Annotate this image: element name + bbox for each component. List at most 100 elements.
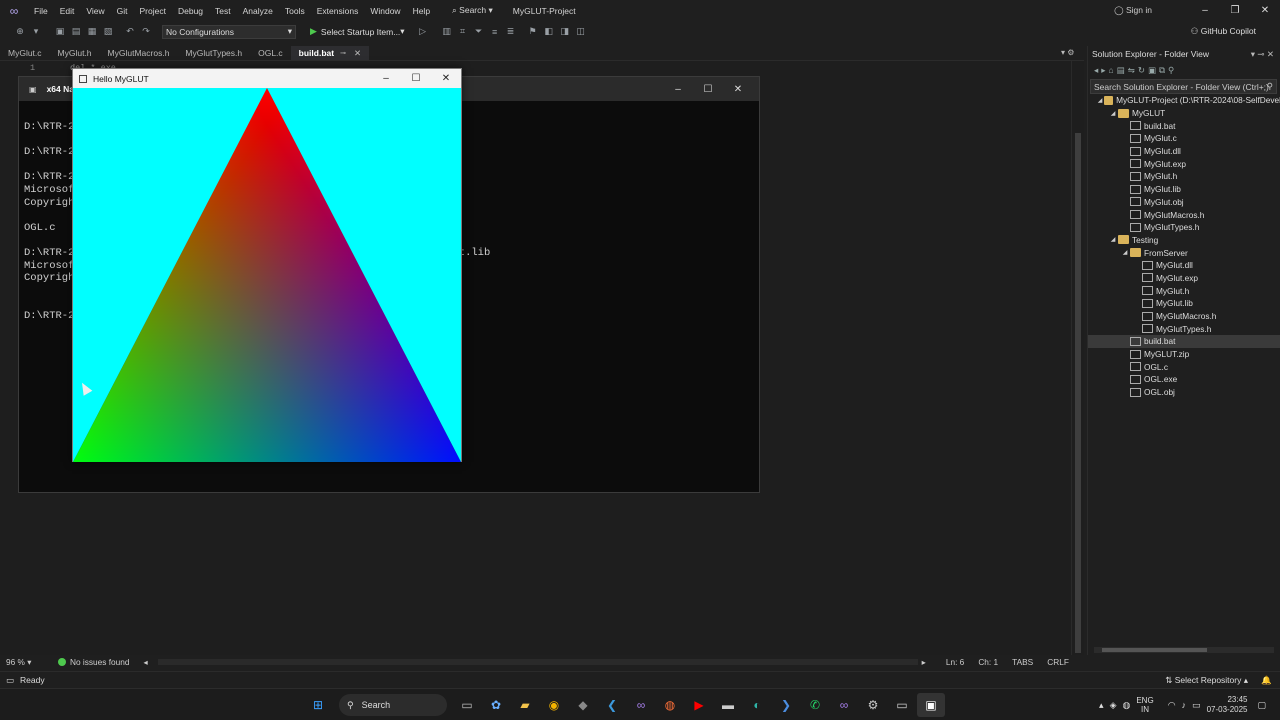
expand-arrow-icon[interactable]: ◢ (1108, 236, 1118, 243)
console-minimize-button[interactable]: – (663, 84, 693, 95)
tree-file[interactable]: MyGlut.dll (1088, 259, 1280, 272)
prev-bookmark-icon[interactable]: ◧ (541, 26, 557, 37)
chevron-up-icon[interactable]: ▴ (1099, 700, 1104, 711)
tree-file[interactable]: OGL.c (1088, 360, 1280, 373)
command-prompt-icon[interactable]: ▭ (888, 693, 916, 717)
scrollbar-thumb[interactable] (1102, 648, 1207, 652)
solution-explorer-toolbar[interactable]: ◂▸⌂▤⇋↻▣⧉⚲ (1094, 65, 1177, 76)
tree-file[interactable]: MyGlut.dll (1088, 145, 1280, 158)
tree-file[interactable]: MyGlut.h (1088, 170, 1280, 183)
menu-project[interactable]: Project (134, 6, 172, 16)
indent-indicator[interactable]: TABS (1012, 657, 1033, 667)
save-icon[interactable]: ▦ (84, 26, 100, 37)
menu-extensions[interactable]: Extensions (311, 6, 365, 16)
console-close-button[interactable]: ✕ (723, 84, 753, 95)
select-repository-button[interactable]: ⇅ Select Repository ▴ (1165, 675, 1248, 686)
eol-indicator[interactable]: CRLF (1047, 657, 1069, 667)
close-button[interactable]: ✕ (1250, 5, 1280, 16)
menu-tools[interactable]: Tools (279, 6, 311, 16)
edge-icon[interactable]: ◐ (743, 693, 771, 717)
taskbar-search[interactable]: ⚲ Search (339, 694, 447, 716)
tree-file[interactable]: build.bat (1088, 335, 1280, 348)
close-icon[interactable]: ✕ (354, 48, 361, 59)
whatsapp-icon[interactable]: ✆ (801, 693, 829, 717)
next-bookmark-icon[interactable]: ◨ (557, 26, 573, 37)
save-all-icon[interactable]: ▧ (100, 26, 116, 37)
tree-file[interactable]: MyGLUT.zip (1088, 348, 1280, 361)
battery-icon[interactable]: ▭ (1192, 700, 1201, 711)
clear-bookmarks-icon[interactable]: ◫ (573, 26, 589, 37)
glut-close-button[interactable]: ✕ (431, 73, 461, 84)
zoom-level-dropdown[interactable]: 96 % ▾ (6, 657, 40, 667)
tree-file[interactable]: MyGlut.lib (1088, 297, 1280, 310)
tree-folder[interactable]: ◢ FromServer (1088, 246, 1280, 259)
flag-icon[interactable]: ⚑ (525, 26, 541, 37)
undo-icon[interactable]: ↶ (122, 26, 138, 37)
scroll-right-icon[interactable]: ▸ (922, 657, 926, 667)
bookmark-icon[interactable]: ⌗ (455, 26, 471, 37)
task-view-icon[interactable]: ▭ (453, 693, 481, 717)
uncomment-icon[interactable]: ≣ (503, 26, 519, 37)
char-indicator[interactable]: Ch: 1 (978, 657, 998, 667)
dropdown-icon[interactable]: ▾ (28, 26, 44, 37)
menu-test[interactable]: Test (209, 6, 237, 16)
hello-myglut-window[interactable]: Hello MyGLUT – ☐ ✕ (72, 68, 462, 462)
youtube-icon[interactable]: ▶ (685, 693, 713, 717)
copilot-app-icon[interactable]: ✿ (482, 693, 510, 717)
toolbox-icon[interactable]: ▥ (439, 26, 455, 37)
navigate-back-icon[interactable]: ⊕ (12, 26, 28, 37)
tree-file[interactable]: MyGlut.h (1088, 284, 1280, 297)
issues-indicator[interactable]: No issues found (58, 657, 130, 667)
restore-button[interactable]: ❐ (1220, 5, 1250, 16)
tab-myglutmacros-h[interactable]: MyGlutMacros.h (100, 46, 178, 60)
windows-start-icon[interactable]: ⊞ (304, 693, 332, 717)
visual-studio-icon[interactable]: ∞ (830, 693, 858, 717)
menu-git[interactable]: Git (111, 6, 134, 16)
tree-file[interactable]: OGL.exe (1088, 373, 1280, 386)
file-explorer-icon[interactable]: ▰ (511, 693, 539, 717)
tree-file[interactable]: MyGlutTypes.h (1088, 322, 1280, 335)
app-icon[interactable]: ◆ (569, 693, 597, 717)
line-indicator[interactable]: Ln: 6 (946, 657, 964, 667)
panel-options-icon[interactable]: ▾ ⊸ ✕ (1251, 49, 1274, 60)
tree-folder[interactable]: ◢ MyGLUT (1088, 107, 1280, 120)
language-indicator[interactable]: ENG IN (1136, 696, 1153, 714)
scroll-left-icon[interactable]: ◂ (144, 657, 148, 667)
configuration-dropdown[interactable]: No Configurations ▾ (162, 24, 296, 39)
redo-icon[interactable]: ↷ (138, 26, 154, 37)
menu-window[interactable]: Window (364, 6, 406, 16)
visual-studio-logo-icon[interactable]: ∞ (0, 4, 28, 18)
menu-debug[interactable]: Debug (172, 6, 209, 16)
pin-icon[interactable]: ⊸ (340, 49, 346, 57)
solution-scrollbar[interactable] (1094, 647, 1274, 653)
tree-folder[interactable]: ◢ MyGLUT-Project (D:\RTR-2024\08-SelfDeve… (1088, 94, 1280, 107)
new-project-icon[interactable]: ▣ (52, 26, 68, 37)
expand-arrow-icon[interactable]: ◢ (1108, 110, 1118, 117)
wifi-icon[interactable]: ◠ (1168, 700, 1176, 711)
notification-center-icon[interactable]: ▢ (1257, 700, 1266, 711)
expand-arrow-icon[interactable]: ◢ (1096, 97, 1104, 104)
start-without-debug-icon[interactable]: ▷ (415, 26, 431, 37)
filter-icon[interactable]: ⏷ (471, 26, 487, 37)
sign-in-link[interactable]: ◯ Sign in (1114, 5, 1152, 16)
opengl-canvas[interactable] (73, 88, 461, 462)
tree-file[interactable]: MyGlut.obj (1088, 196, 1280, 209)
menu-file[interactable]: File (28, 6, 54, 16)
console-maximize-button[interactable]: ☐ (693, 84, 723, 95)
solution-search-input[interactable]: Search Solution Explorer - Folder View (… (1090, 79, 1277, 94)
clock[interactable]: 23:45 07-03-2025 (1207, 695, 1248, 715)
menu-edit[interactable]: Edit (54, 6, 81, 16)
comment-icon[interactable]: ≡ (487, 27, 503, 37)
tab-ogl-c[interactable]: OGL.c (250, 46, 291, 60)
editor-scrollbar[interactable] (1071, 61, 1083, 655)
open-folder-icon[interactable]: ▤ (68, 26, 84, 37)
tab-overflow-icon[interactable]: ▾ ⚙ (1061, 48, 1074, 57)
terminal-icon[interactable]: ▬ (714, 693, 742, 717)
minimize-button[interactable]: – (1190, 5, 1220, 16)
github-copilot-button[interactable]: ⚇ GitHub Copilot (1191, 26, 1256, 37)
visual-studio-icon[interactable]: ∞ (627, 693, 655, 717)
menu-analyze[interactable]: Analyze (237, 6, 279, 16)
tree-file[interactable]: MyGlut.exp (1088, 157, 1280, 170)
tree-file[interactable]: MyGlut.c (1088, 132, 1280, 145)
tree-file[interactable]: MyGlut.exp (1088, 272, 1280, 285)
